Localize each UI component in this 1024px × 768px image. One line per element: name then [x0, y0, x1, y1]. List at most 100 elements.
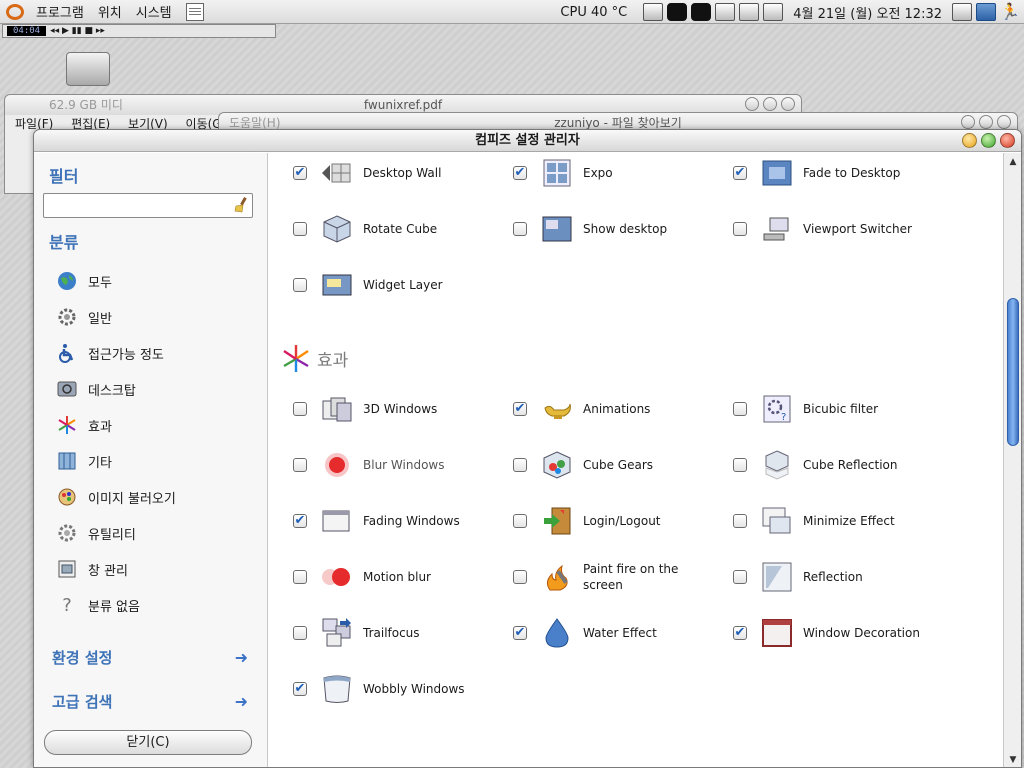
run-icon[interactable]: 🏃	[1000, 3, 1020, 21]
close-icon[interactable]	[997, 115, 1011, 129]
ubuntu-logo-icon[interactable]	[6, 3, 24, 20]
maximize-icon[interactable]	[981, 133, 996, 148]
plugin-widget-layer: Widget Layer	[269, 265, 489, 305]
plugin-checkbox[interactable]: ✔	[733, 166, 747, 180]
player-controls[interactable]: ◂◂ ▶ ▮▮ ■ ▸▸	[50, 26, 105, 36]
amarok-icon[interactable]	[667, 3, 688, 21]
maximize-icon[interactable]	[979, 115, 993, 129]
plugin-checkbox[interactable]: ✔	[293, 166, 307, 180]
monitor-applet-icon[interactable]	[643, 3, 664, 21]
notepad-launcher-icon[interactable]	[185, 2, 204, 21]
advanced-search-link[interactable]: 고급 검색 ➜	[52, 691, 248, 712]
plugin-checkbox[interactable]	[513, 570, 527, 584]
menu-applications[interactable]: 프로그램	[30, 2, 90, 21]
plugin-cube-gears: Cube Gears	[489, 445, 709, 485]
plugin-viewport-switcher: Viewport Switcher	[709, 209, 929, 249]
plugin-checkbox[interactable]	[733, 402, 747, 416]
maximize-icon[interactable]	[763, 97, 777, 111]
plugin-checkbox[interactable]	[733, 458, 747, 472]
workspace-switcher-icon[interactable]	[739, 3, 760, 21]
plugin-checkbox[interactable]	[513, 514, 527, 528]
utility-icon	[56, 522, 78, 544]
cpu-temperature: CPU 40 °C	[560, 4, 628, 20]
volume-icon[interactable]	[763, 3, 784, 21]
category-extras[interactable]: 기타	[34, 443, 268, 479]
login-logout-icon	[541, 505, 573, 537]
effects-section-heading: 효과	[281, 343, 348, 373]
system-tray: CPU 40 °C 4월 21일 (월) 오전 12:32 🏃	[560, 0, 1024, 24]
plugin-checkbox[interactable]: ✔	[513, 402, 527, 416]
desktop-icon	[56, 378, 78, 400]
desktop-wall-icon	[321, 157, 353, 189]
category-utility[interactable]: 유틸리티	[34, 515, 268, 551]
clear-brush-icon[interactable]	[234, 197, 248, 213]
plugin-checkbox[interactable]	[733, 570, 747, 584]
motion-blur-icon	[321, 561, 353, 593]
clock[interactable]: 4월 21일 (월) 오전 12:32	[793, 3, 942, 22]
scroll-down-icon[interactable]: ▼	[1006, 753, 1020, 767]
menu-places[interactable]: 위치	[92, 2, 128, 21]
minimize-icon[interactable]	[745, 97, 759, 111]
plugin-3d-windows: 3D Windows	[269, 389, 489, 429]
plugin-checkbox[interactable]: ✔	[513, 166, 527, 180]
plugin-checkbox[interactable]	[733, 514, 747, 528]
edit-icon[interactable]	[952, 3, 972, 21]
advanced-search-label: 고급 검색	[52, 693, 113, 711]
preferences-link[interactable]: 환경 설정 ➜	[52, 647, 248, 668]
minimize-icon[interactable]	[962, 133, 977, 148]
category-label: 일반	[88, 311, 112, 327]
category-image-loading[interactable]: 이미지 불러오기	[34, 479, 268, 515]
gear-icon	[56, 306, 78, 328]
menu-system[interactable]: 시스템	[130, 2, 178, 21]
category-accessibility[interactable]: 접근가능 정도	[34, 335, 268, 371]
plugin-label: Show desktop	[583, 222, 668, 236]
minimize-icon[interactable]	[961, 115, 975, 129]
ccsm-titlebar[interactable]: 컴피즈 설정 관리자	[34, 130, 1021, 152]
plugin-rotate-cube: Rotate Cube	[269, 209, 489, 249]
close-icon[interactable]	[1000, 133, 1015, 148]
plugin-label: Motion blur	[363, 570, 431, 584]
category-window-management[interactable]: 창 관리	[34, 551, 268, 587]
category-desktop[interactable]: 데스크탑	[34, 371, 268, 407]
plugin-checkbox[interactable]	[293, 570, 307, 584]
plugin-minimize-effect: Minimize Effect	[709, 501, 929, 541]
plugin-checkbox[interactable]	[733, 222, 747, 236]
plugin-checkbox[interactable]	[293, 458, 307, 472]
window-decoration-icon	[761, 617, 793, 649]
category-general[interactable]: 일반	[34, 299, 268, 335]
plugin-label: Window Decoration	[803, 626, 920, 640]
plugin-checkbox[interactable]: ✔	[293, 514, 307, 528]
filter-input[interactable]	[43, 193, 253, 218]
player-time: 04:04	[7, 26, 47, 36]
show-desktop-icon[interactable]	[976, 3, 996, 21]
plugin-checkbox[interactable]: ✔	[293, 682, 307, 696]
plugin-animations: ✔ Animations	[489, 389, 709, 429]
plugin-checkbox[interactable]: ✔	[733, 626, 747, 640]
plugin-checkbox[interactable]	[513, 222, 527, 236]
plugin-list-scrollbar[interactable]: ▲ ▼	[1003, 153, 1021, 767]
gnome-foot-icon[interactable]	[691, 3, 712, 21]
plugin-checkbox[interactable]: ✔	[513, 626, 527, 640]
fade-desktop-icon	[761, 157, 793, 189]
close-button[interactable]: 닫기(C)	[44, 730, 252, 755]
category-effects[interactable]: 효과	[34, 407, 268, 443]
plugin-label: Wobbly Windows	[363, 682, 465, 696]
network-icon[interactable]	[715, 3, 736, 21]
plugin-label: Blur Windows	[363, 458, 445, 472]
plugin-label: Trailfocus	[363, 626, 420, 640]
plugin-checkbox[interactable]	[293, 278, 307, 292]
plugin-checkbox[interactable]	[293, 402, 307, 416]
category-uncategorized[interactable]: ? 분류 없음	[34, 587, 268, 623]
plugin-row: ✔ Desktop Wall ✔ Expo ✔ Fade to Desktop	[269, 153, 1003, 209]
plugin-checkbox[interactable]	[513, 458, 527, 472]
close-icon[interactable]	[781, 97, 795, 111]
scroll-up-icon[interactable]: ▲	[1006, 155, 1020, 169]
scrollbar-thumb[interactable]	[1007, 298, 1019, 446]
plugin-label: Widget Layer	[363, 278, 443, 292]
plugin-checkbox[interactable]	[293, 626, 307, 640]
category-all[interactable]: 모두	[34, 263, 268, 299]
plugin-checkbox[interactable]	[293, 222, 307, 236]
hard-drive-icon[interactable]	[66, 52, 110, 86]
plugin-water-effect: ✔ Water Effect	[489, 613, 709, 653]
plugin-expo: ✔ Expo	[489, 153, 709, 193]
